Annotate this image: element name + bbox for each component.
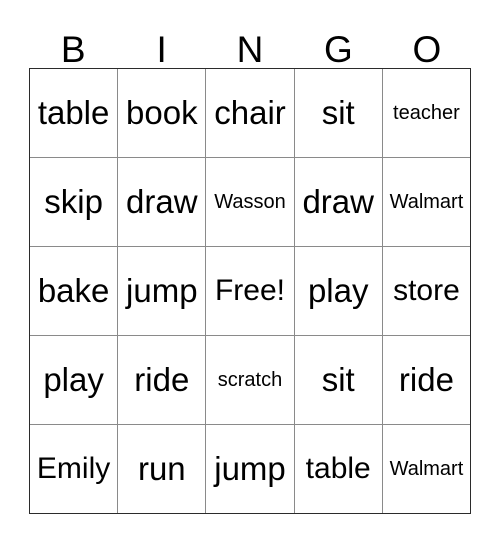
- bingo-cell[interactable]: jump: [206, 425, 295, 513]
- bingo-row: skip draw Wasson draw Walmart: [30, 158, 470, 247]
- bingo-cell[interactable]: chair: [206, 69, 295, 157]
- bingo-row: bake jump Free! play store: [30, 247, 470, 336]
- bingo-cell-label: play: [307, 271, 369, 309]
- bingo-cell-label: table: [305, 452, 371, 486]
- bingo-cell-label: ride: [134, 360, 190, 398]
- bingo-cell[interactable]: Walmart: [383, 425, 470, 513]
- bingo-cell[interactable]: play: [30, 336, 119, 424]
- bingo-cell[interactable]: store: [383, 247, 470, 335]
- bingo-cell-label: Walmart: [389, 457, 464, 480]
- bingo-cell-label: chair: [214, 93, 286, 131]
- bingo-cell-label: draw: [302, 182, 374, 220]
- bingo-cell-label: sit: [321, 360, 355, 398]
- bingo-cell-label: ride: [398, 360, 454, 398]
- bingo-cell[interactable]: play: [295, 247, 383, 335]
- bingo-cell[interactable]: Wasson: [206, 158, 295, 246]
- bingo-cell[interactable]: book: [118, 69, 207, 157]
- header-letter-o: O: [412, 29, 442, 70]
- bingo-row: table book chair sit teacher: [30, 69, 470, 158]
- header-letter-i: I: [156, 29, 167, 70]
- bingo-cell[interactable]: draw: [118, 158, 207, 246]
- bingo-cell[interactable]: bake: [30, 247, 119, 335]
- bingo-header: B I N G O: [29, 20, 471, 68]
- bingo-cell[interactable]: ride: [383, 336, 470, 424]
- bingo-cell-label: scratch: [217, 368, 283, 391]
- bingo-cell[interactable]: sit: [295, 69, 383, 157]
- header-letter-n: N: [236, 29, 264, 70]
- bingo-cell-label: play: [43, 360, 104, 398]
- header-letter-g: G: [324, 29, 353, 70]
- bingo-cell[interactable]: sit: [295, 336, 383, 424]
- bingo-cell-label: bake: [37, 271, 110, 309]
- bingo-cell-label: table: [37, 93, 110, 131]
- bingo-row: play ride scratch sit ride: [30, 336, 470, 425]
- bingo-cell-label: draw: [126, 182, 198, 220]
- bingo-cell-label: run: [137, 449, 186, 487]
- bingo-cell[interactable]: run: [118, 425, 207, 513]
- bingo-cell-label: teacher: [393, 101, 460, 124]
- bingo-cell[interactable]: teacher: [383, 69, 470, 157]
- bingo-cell-label: sit: [321, 93, 355, 131]
- bingo-cell-label: jump: [214, 449, 286, 487]
- bingo-cell-label: Emily: [36, 452, 111, 486]
- bingo-cell[interactable]: Walmart: [383, 158, 470, 246]
- bingo-cell-label: jump: [126, 271, 198, 309]
- bingo-row: Emily run jump table Walmart: [30, 425, 470, 513]
- bingo-cell[interactable]: ride: [118, 336, 207, 424]
- bingo-card: B I N G O table book chair sit teacher s…: [0, 0, 500, 544]
- bingo-cell-label: book: [126, 93, 198, 131]
- bingo-cell[interactable]: jump: [118, 247, 207, 335]
- bingo-cell[interactable]: table: [295, 425, 383, 513]
- bingo-cell-label: skip: [44, 182, 103, 220]
- bingo-cell-free[interactable]: Free!: [206, 247, 295, 335]
- header-letter-b: B: [60, 29, 86, 70]
- bingo-cell[interactable]: table: [30, 69, 119, 157]
- bingo-cell-label: store: [393, 274, 460, 308]
- bingo-cell-label: Free!: [214, 274, 286, 308]
- bingo-cell[interactable]: scratch: [206, 336, 295, 424]
- bingo-cell[interactable]: Emily: [30, 425, 119, 513]
- bingo-cell[interactable]: draw: [295, 158, 383, 246]
- bingo-cell[interactable]: skip: [30, 158, 119, 246]
- bingo-grid: table book chair sit teacher skip draw W…: [29, 68, 471, 514]
- bingo-cell-label: Walmart: [389, 190, 464, 213]
- bingo-cell-label: Wasson: [214, 190, 286, 213]
